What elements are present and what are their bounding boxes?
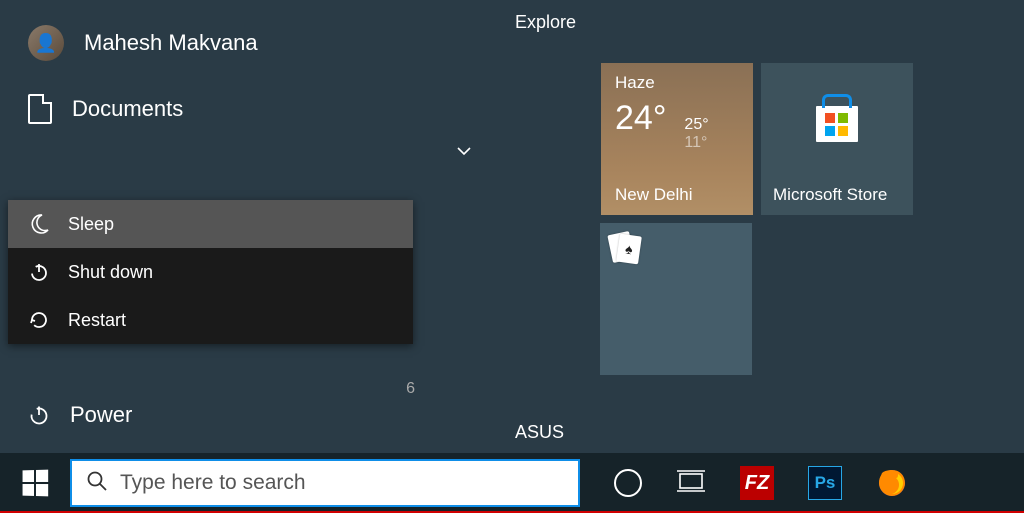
weather-city: New Delhi xyxy=(615,185,692,205)
power-item[interactable]: Power xyxy=(0,387,420,443)
task-view-icon xyxy=(676,468,706,499)
chevron-down-icon[interactable] xyxy=(455,142,473,165)
avatar: 👤 xyxy=(28,25,64,61)
tile-group-label-asus[interactable]: ASUS xyxy=(515,422,564,443)
tile-group-label-explore[interactable]: Explore xyxy=(455,0,1024,53)
documents-item[interactable]: Documents xyxy=(0,86,420,132)
power-menu-item-restart[interactable]: Restart xyxy=(8,296,413,344)
power-menu-label: Restart xyxy=(68,310,126,331)
start-menu-left-panel: 👤 Mahesh Makvana Documents Sleep Shut do… xyxy=(0,0,420,453)
cortana-button[interactable] xyxy=(614,469,642,497)
taskbar-app-firefox[interactable] xyxy=(876,467,908,499)
search-placeholder: Type here to search xyxy=(120,471,306,495)
firefox-icon xyxy=(876,467,908,499)
power-menu-item-sleep[interactable]: Sleep xyxy=(8,200,413,248)
power-menu-item-shutdown[interactable]: Shut down xyxy=(8,248,413,296)
weather-temperature: 24° xyxy=(615,99,666,138)
search-icon xyxy=(86,470,108,497)
search-box[interactable]: Type here to search xyxy=(70,459,580,507)
weather-main: 24° 25° 11° xyxy=(615,99,739,151)
power-options-menu: Sleep Shut down Restart xyxy=(8,200,413,344)
photoshop-icon: Ps xyxy=(808,466,842,500)
store-icon xyxy=(816,106,858,142)
moon-icon xyxy=(28,213,50,235)
microsoft-store-tile[interactable]: Microsoft Store xyxy=(761,63,913,215)
weather-low: 11° xyxy=(684,134,708,152)
taskbar-app-filezilla[interactable]: FZ xyxy=(740,466,774,500)
windows-logo-icon xyxy=(23,470,49,497)
tile-row: Haze 24° 25° 11° New Delhi Microsoft Sto… xyxy=(601,63,913,215)
power-menu-label: Sleep xyxy=(68,214,114,235)
weather-high: 25° xyxy=(684,116,708,134)
power-icon xyxy=(28,404,50,426)
power-menu-label: Shut down xyxy=(68,262,153,283)
weather-condition: Haze xyxy=(615,73,739,93)
solitaire-tile[interactable]: A ♠ xyxy=(600,223,752,375)
power-icon xyxy=(28,261,50,283)
cortana-icon xyxy=(614,469,642,497)
weather-range: 25° 11° xyxy=(684,116,708,151)
power-label: Power xyxy=(70,402,132,428)
weather-tile[interactable]: Haze 24° 25° 11° New Delhi xyxy=(601,63,753,215)
taskbar-right: FZ Ps xyxy=(614,466,908,500)
restart-icon xyxy=(28,309,50,331)
store-label: Microsoft Store xyxy=(773,185,887,205)
start-button[interactable] xyxy=(6,457,64,509)
task-view-button[interactable] xyxy=(676,468,706,499)
taskbar-app-photoshop[interactable]: Ps xyxy=(808,466,842,500)
document-icon xyxy=(28,94,52,124)
filezilla-icon: FZ xyxy=(740,466,774,500)
documents-label: Documents xyxy=(72,96,183,122)
taskbar: Type here to search FZ Ps xyxy=(0,453,1024,513)
user-name-label: Mahesh Makvana xyxy=(84,30,258,56)
user-account-item[interactable]: 👤 Mahesh Makvana xyxy=(0,0,420,86)
